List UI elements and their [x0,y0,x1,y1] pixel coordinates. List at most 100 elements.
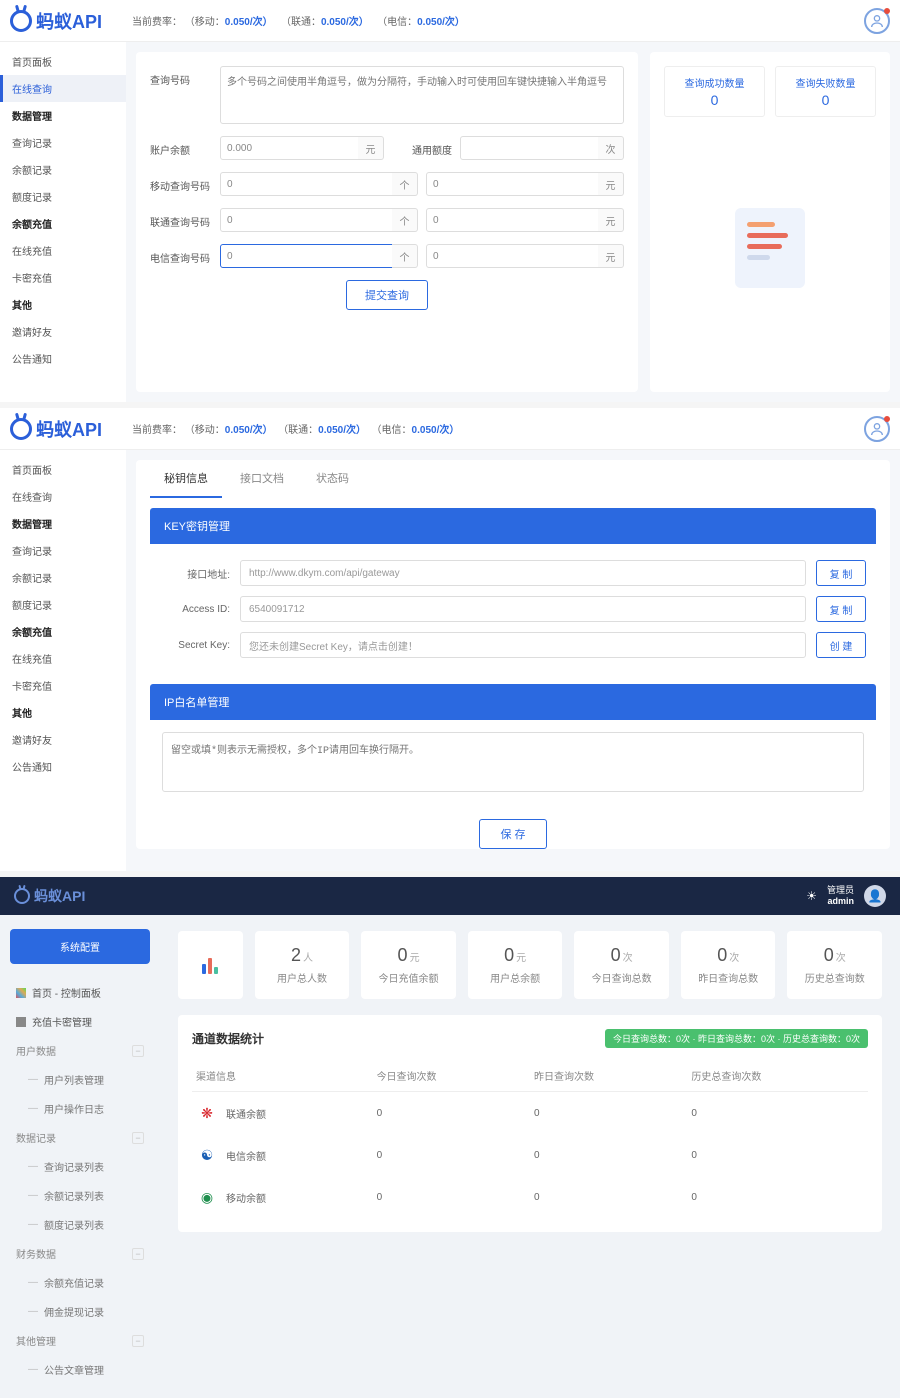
metric-user-balance: 0元 用户总余额 [468,931,563,999]
metric-users: 2人 用户总人数 [255,931,350,999]
table-row: ❋联通余额 000 [192,1092,868,1135]
sidebar-item-home[interactable]: 首页面板 [0,48,126,75]
telecom-amount-input[interactable] [426,244,606,268]
user-avatar[interactable] [864,8,890,34]
rate-info: 当前费率： （移动：0.050/次） （联通：0.050/次） （电信：0.05… [132,13,465,28]
admin-sidebar: 系统配置 首页 - 控制面板 充值卡密管理 用户数据− —用户列表管理 —用户操… [0,915,160,1398]
card-icon [16,1017,26,1027]
col-yesterday: 昨日查询次数 [530,1060,687,1092]
sidebar-item-online-recharge[interactable]: 在线充值 [0,645,126,672]
secret-key-input[interactable] [240,632,806,658]
channel-table: 渠道信息 今日查询次数 昨日查询次数 历史总查询次数 ❋联通余额 000 ☯电信… [192,1060,868,1218]
nav-card-mgmt[interactable]: 充值卡密管理 [10,1007,150,1036]
sidebar-item-online-query[interactable]: 在线查询 [0,483,126,510]
copy-url-button[interactable]: 复 制 [816,560,866,586]
unicom-count-input[interactable] [220,208,400,232]
sidebar-item-notice[interactable]: 公告通知 [0,345,126,372]
bar-chart-icon [202,956,218,974]
nav-quota-list[interactable]: —额度记录列表 [10,1210,150,1239]
nav-user-log[interactable]: —用户操作日志 [10,1094,150,1123]
nav-balance-list[interactable]: —余额记录列表 [10,1181,150,1210]
admin-logo[interactable]: 蚂蚁API [14,886,85,906]
sidebar-item-quota-rec[interactable]: 额度记录 [0,183,126,210]
notification-dot [884,416,890,422]
unicom-query-label: 联通查询号码 [150,208,220,229]
query-number-label: 查询号码 [150,66,220,87]
unicom-icon: ❋ [196,1102,218,1124]
nav-hdr-other[interactable]: 其他管理− [10,1326,150,1355]
mobile-count-input[interactable] [220,172,400,196]
sidebar-item-quota-rec[interactable]: 额度记录 [0,591,126,618]
logo[interactable]: 蚂蚁API [10,416,102,442]
save-button[interactable]: 保 存 [479,819,546,849]
account-balance-label: 账户余额 [150,136,220,157]
sidebar-item-online-query[interactable]: 在线查询 [0,75,126,102]
nav-commission-rec[interactable]: —佣金提现记录 [10,1297,150,1326]
metric-yesterday-query: 0次 昨日查询总数 [681,931,776,999]
ip-whitelist-input[interactable] [162,732,864,792]
query-number-input[interactable] [220,66,624,124]
logo-icon [10,418,32,440]
copy-id-button[interactable]: 复 制 [816,596,866,622]
admin-role: 管理员 [827,885,854,896]
nav-user-list[interactable]: —用户列表管理 [10,1065,150,1094]
sidebar-item-query-rec[interactable]: 查询记录 [0,129,126,156]
secret-key-label: Secret Key: [160,640,230,651]
notification-dot [884,8,890,14]
api-url-input[interactable] [240,560,806,586]
sidebar-item-card-recharge[interactable]: 卡密充值 [0,264,126,291]
unicom-amount-input[interactable] [426,208,606,232]
nav-hdr-user[interactable]: 用户数据− [10,1036,150,1065]
nav-dashboard[interactable]: 首页 - 控制面板 [10,978,150,1007]
nav-query-list[interactable]: —查询记录列表 [10,1152,150,1181]
system-config-button[interactable]: 系统配置 [10,929,150,964]
nav-article[interactable]: —公告文章管理 [10,1355,150,1384]
sidebar-item-balance-rec[interactable]: 余额记录 [0,156,126,183]
col-channel: 渠道信息 [192,1060,373,1092]
theme-toggle-icon[interactable]: ☀ [806,889,817,903]
tab-api-doc[interactable]: 接口文档 [226,460,298,498]
submit-query-button[interactable]: 提交查询 [346,280,428,310]
quota-input[interactable] [460,136,606,160]
nav-hdr-data[interactable]: 数据记录− [10,1123,150,1152]
col-history: 历史总查询次数 [687,1060,868,1092]
metric-today-balance: 0元 今日充值余额 [361,931,456,999]
account-balance-input[interactable] [220,136,366,160]
sidebar: 首页面板 在线查询 数据管理 查询记录 余额记录 额度记录 余额充值 在线充值 … [0,42,126,402]
table-row: ◉移动余额 000 [192,1176,868,1218]
logo[interactable]: 蚂蚁API [10,8,102,34]
metric-history-query: 0次 历史总查询数 [787,931,882,999]
telecom-query-label: 电信查询号码 [150,244,220,265]
chart-icon-card [178,931,243,999]
topbar: 蚂蚁API 当前费率： （移动：0.050/次） （联通：0.050/次） （电… [0,0,900,42]
sidebar-item-home[interactable]: 首页面板 [0,456,126,483]
col-today: 今日查询次数 [373,1060,530,1092]
sidebar-item-query-rec[interactable]: 查询记录 [0,537,126,564]
stat-success: 查询成功数量 0 [664,66,765,117]
channel-summary-badge: 今日查询总数：0次 · 昨日查询总数：0次 · 历史总查询数：0次 [605,1029,868,1048]
user-avatar[interactable] [864,416,890,442]
sidebar-item-balance-rec[interactable]: 余额记录 [0,564,126,591]
nav-hdr-finance[interactable]: 财务数据− [10,1239,150,1268]
admin-topbar: 蚂蚁API ☀ 管理员 admin 👤 [0,877,900,915]
sidebar-item-invite[interactable]: 邀请好友 [0,726,126,753]
rate-info: 当前费率： （移动：0.050/次） （联通：0.050/次） （电信：0.05… [132,421,459,436]
sidebar: 首页面板 在线查询 数据管理 查询记录 余额记录 额度记录 余额充值 在线充值 … [0,450,126,871]
create-key-button[interactable]: 创 建 [816,632,866,658]
collapse-icon: − [132,1132,144,1144]
logo-text: 蚂蚁API [36,8,102,34]
admin-avatar[interactable]: 👤 [864,885,886,907]
tab-key-info[interactable]: 秘钥信息 [150,460,222,498]
sidebar-item-invite[interactable]: 邀请好友 [0,318,126,345]
sidebar-item-notice[interactable]: 公告通知 [0,753,126,780]
access-id-input[interactable] [240,596,806,622]
sidebar-item-card-recharge[interactable]: 卡密充值 [0,672,126,699]
nav-recharge-rec[interactable]: —余额充值记录 [10,1268,150,1297]
telecom-count-input[interactable] [220,244,400,268]
dashboard-icon [16,988,26,998]
mobile-amount-input[interactable] [426,172,606,196]
mobile-query-label: 移动查询号码 [150,172,220,193]
channel-stats-panel: 通道数据统计 今日查询总数：0次 · 昨日查询总数：0次 · 历史总查询数：0次… [178,1015,882,1232]
sidebar-item-online-recharge[interactable]: 在线充值 [0,237,126,264]
tab-status-code[interactable]: 状态码 [302,460,363,498]
